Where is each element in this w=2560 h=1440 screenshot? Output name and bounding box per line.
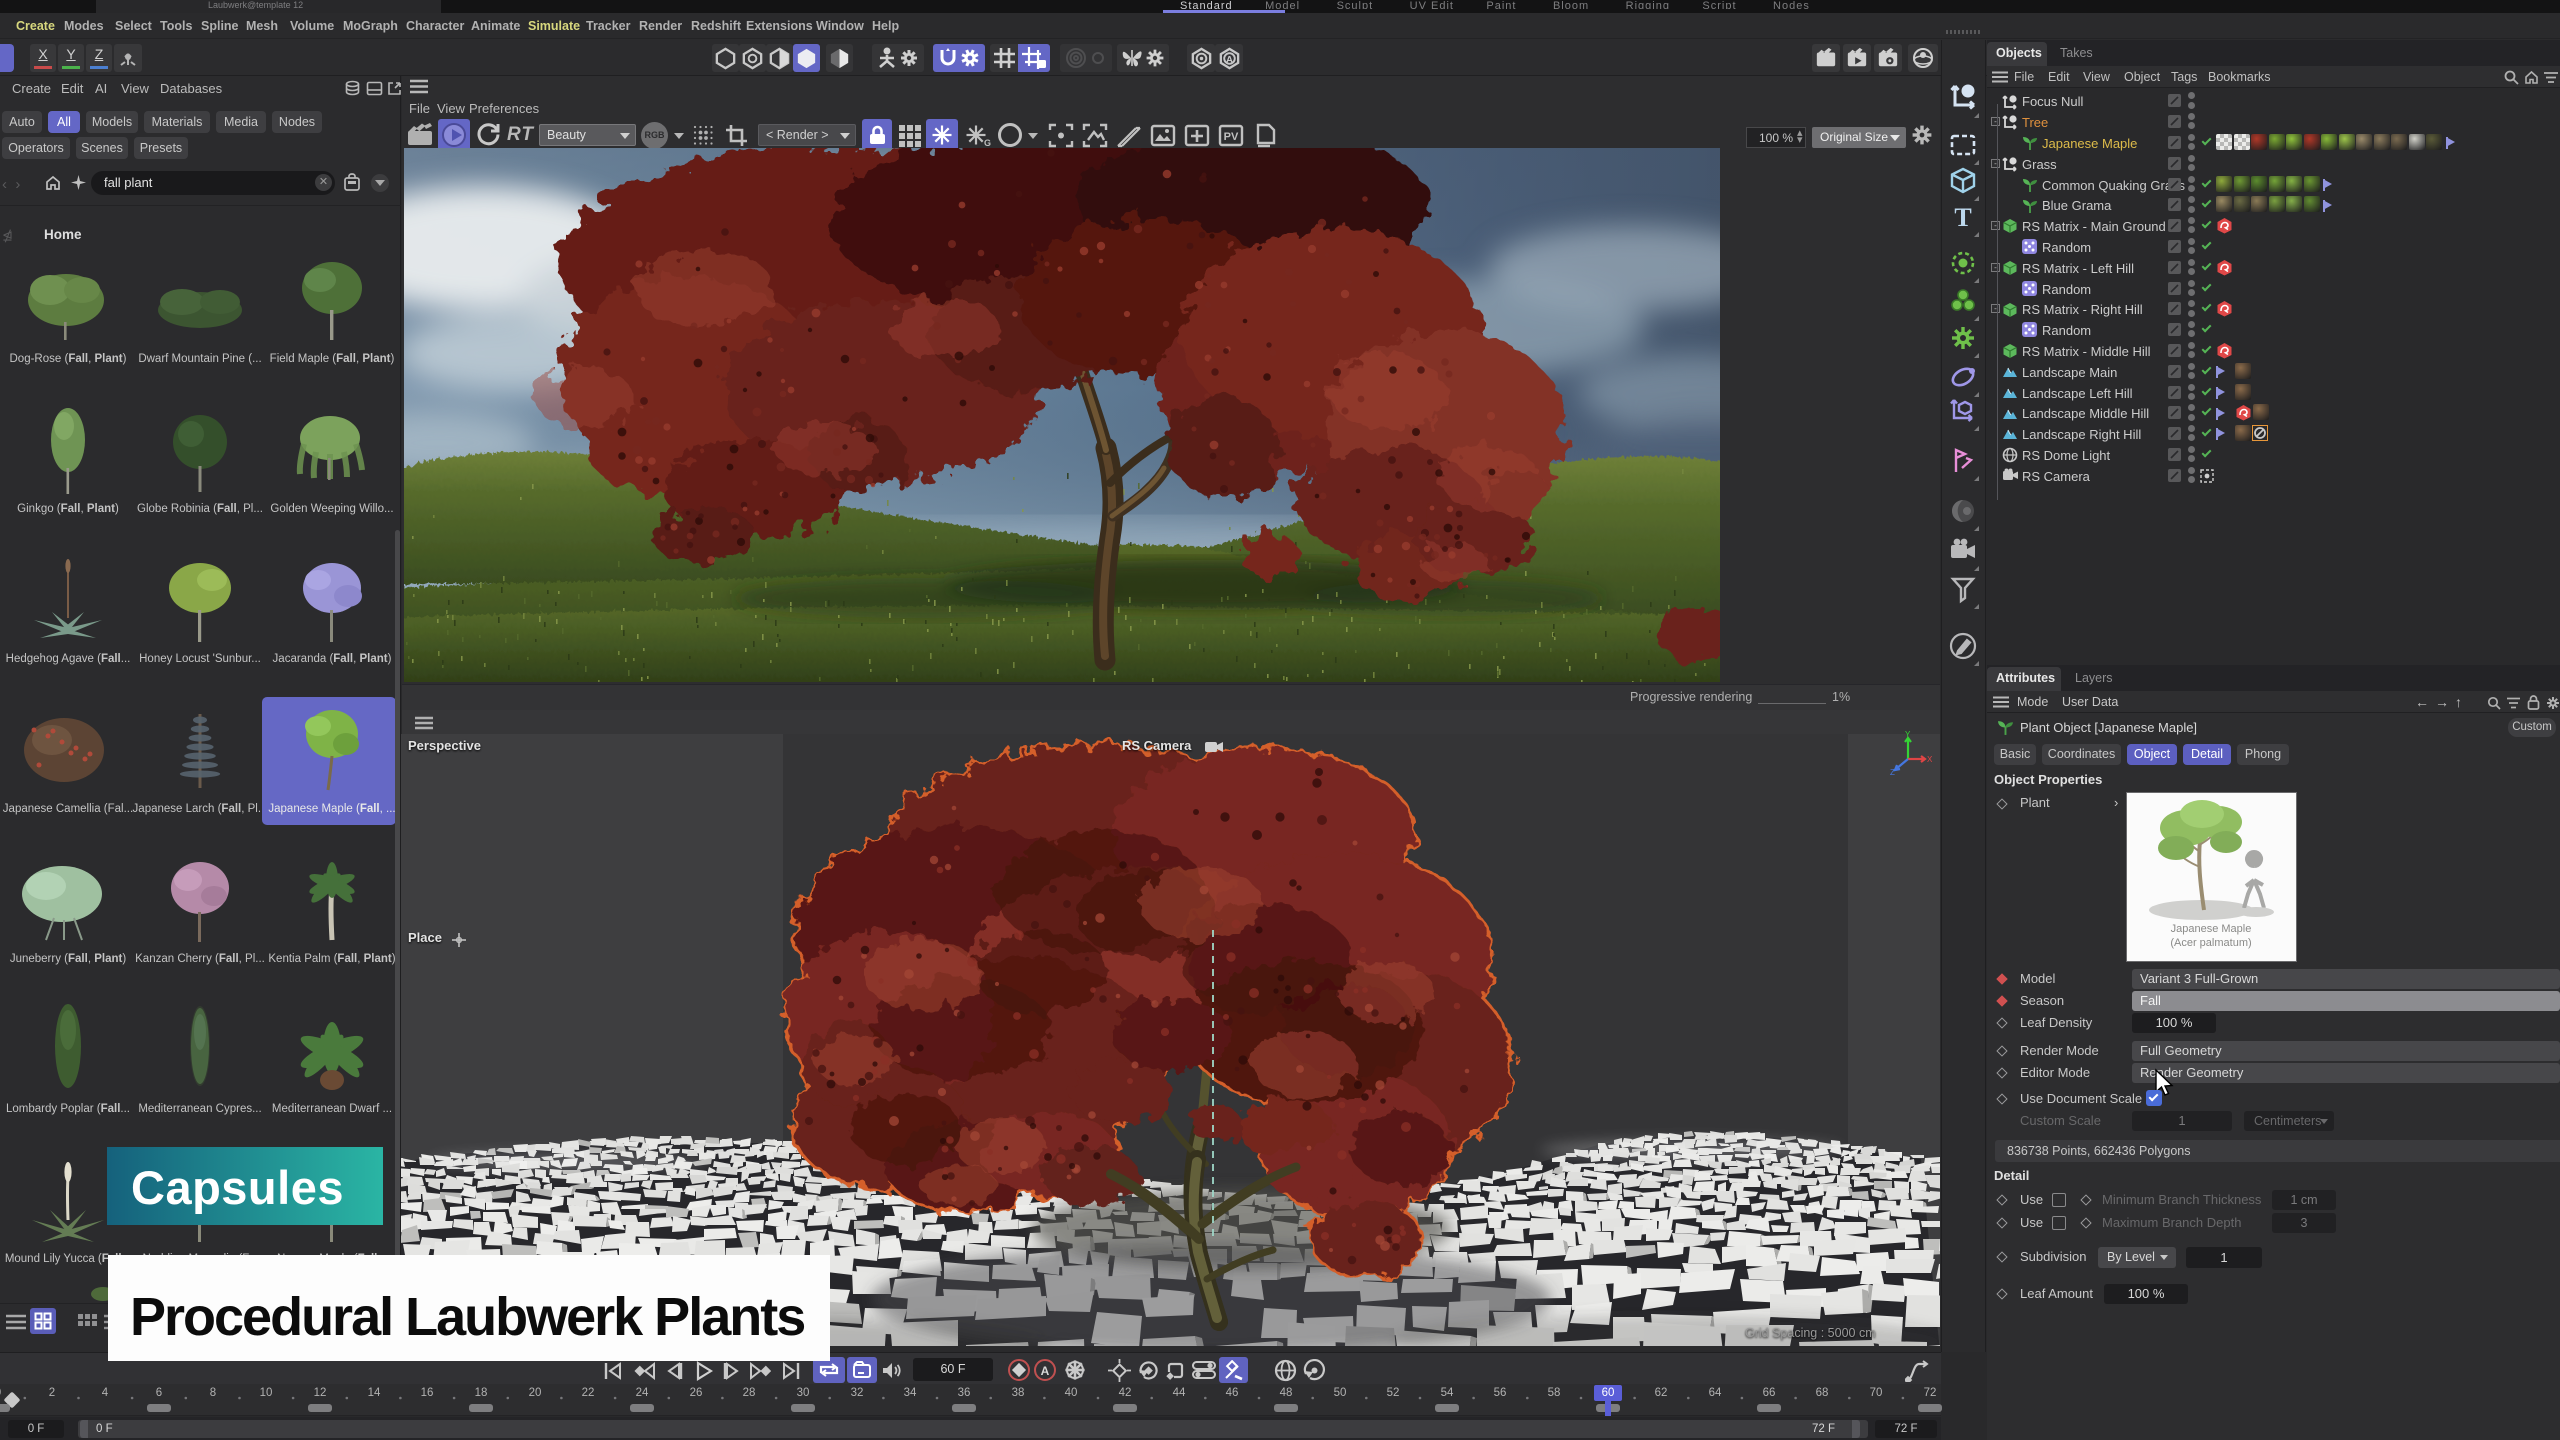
svg-text:(Acer palmatum): (Acer palmatum) — [2170, 937, 2251, 949]
svg-text:A: A — [1226, 54, 1233, 65]
svg-text:PV: PV — [1224, 131, 1239, 143]
svg-text:Z: Z — [1890, 768, 1895, 777]
svg-text:Japanese Maple: Japanese Maple — [2171, 923, 2252, 935]
svg-text:T: T — [1954, 203, 1971, 232]
svg-text:X: X — [1927, 755, 1932, 764]
svg-text:Y: Y — [1905, 731, 1911, 739]
